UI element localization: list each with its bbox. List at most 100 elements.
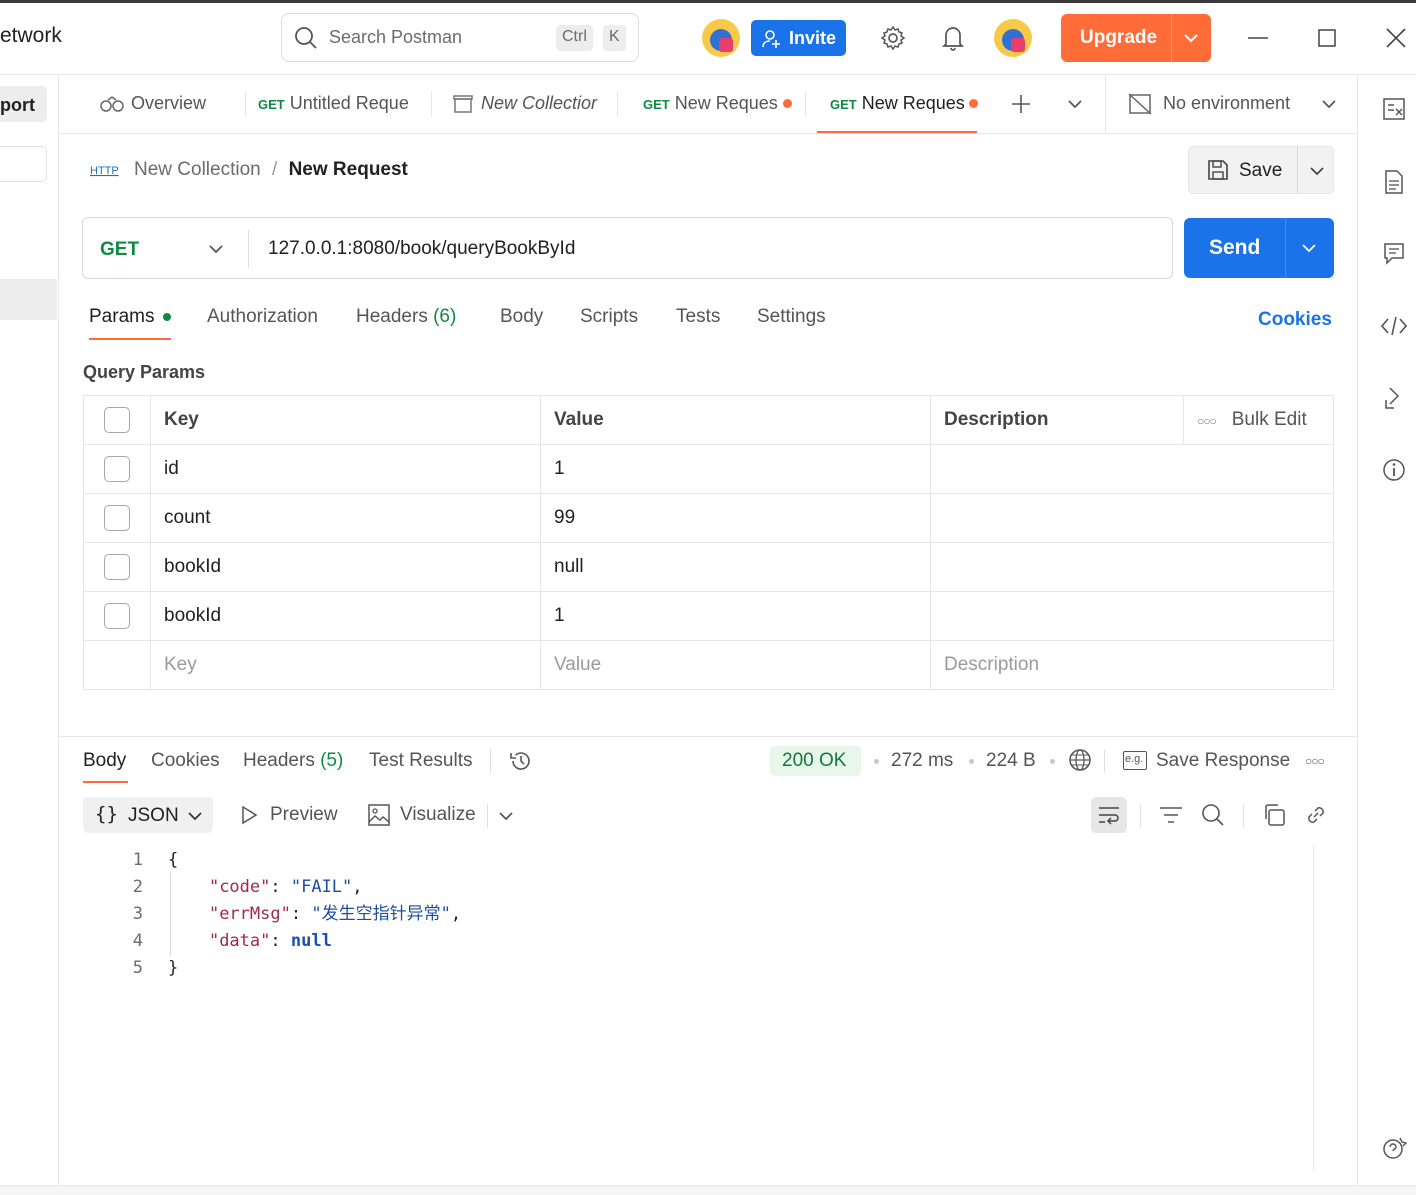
save-response-button[interactable]: Save Response — [1156, 750, 1290, 772]
tab-new-request-2[interactable]: GET New Reques — [817, 75, 978, 133]
tab-new-request-1[interactable]: GET New Reques — [643, 75, 803, 133]
upgrade-button[interactable]: Upgrade — [1061, 14, 1211, 62]
param-value[interactable]: null — [540, 542, 931, 592]
tab-untitled-request[interactable]: GET Untitled Reque — [258, 75, 418, 133]
tab-label: New Collectior — [481, 93, 598, 113]
chevron-down-icon[interactable] — [1183, 31, 1199, 45]
history-icon[interactable] — [509, 749, 533, 773]
workspace-name[interactable]: etwork — [0, 24, 62, 48]
related-collections-icon[interactable] — [1384, 386, 1404, 410]
tab-body[interactable]: Body — [500, 306, 543, 328]
more-options-icon[interactable]: ○○○ — [1305, 754, 1325, 768]
minimize-icon[interactable] — [1248, 36, 1270, 40]
new-value-input[interactable]: Value — [540, 640, 931, 690]
new-description-input[interactable]: Description — [930, 640, 1334, 690]
breadcrumb-collection[interactable]: New Collection — [134, 159, 261, 180]
save-button[interactable]: Save — [1188, 146, 1334, 194]
copy-icon[interactable] — [1262, 803, 1286, 827]
param-description[interactable] — [930, 591, 1334, 641]
param-value[interactable]: 99 — [540, 493, 931, 543]
sidebar-filter-input[interactable] — [0, 146, 47, 182]
help-icon[interactable] — [1381, 1135, 1407, 1161]
response-body-code[interactable]: { "code": "FAIL", "errMsg": "发生空指针异常", "… — [168, 847, 461, 982]
response-format-selector[interactable]: {} JSON — [83, 797, 213, 833]
word-wrap-toggle[interactable] — [1091, 797, 1127, 833]
comments-icon[interactable] — [1383, 242, 1405, 266]
tab-tests[interactable]: Tests — [676, 306, 720, 328]
api-schema-icon[interactable] — [1382, 97, 1406, 121]
settings-gear-icon[interactable] — [880, 25, 906, 51]
tab-headers[interactable]: Headers (6) — [356, 306, 456, 328]
preview-button[interactable]: Preview — [270, 804, 338, 826]
tab-scripts[interactable]: Scripts — [580, 306, 638, 328]
status-badge[interactable]: 200 OK — [770, 746, 861, 776]
search-icon[interactable] — [1201, 803, 1225, 827]
column-header-description: Description — [930, 395, 1184, 445]
maximize-icon[interactable] — [1318, 29, 1336, 47]
send-button[interactable]: Send — [1184, 218, 1334, 278]
add-tab-icon[interactable] — [1011, 94, 1031, 114]
breadcrumb-request-name[interactable]: New Request — [289, 159, 408, 180]
param-description[interactable] — [930, 493, 1334, 543]
param-description[interactable] — [930, 542, 1334, 592]
tab-label: New Reques — [674, 93, 778, 113]
tabs-overflow-chevron-icon[interactable] — [1067, 98, 1083, 110]
tab-overview[interactable]: Overview — [99, 75, 249, 133]
notifications-bell-icon[interactable] — [941, 24, 965, 52]
invite-button[interactable]: Invite — [751, 20, 846, 56]
right-sidebar — [1357, 75, 1416, 1195]
sidebar-selected-item[interactable] — [0, 279, 57, 320]
response-tab-cookies[interactable]: Cookies — [151, 750, 220, 772]
import-button[interactable]: port — [0, 86, 47, 122]
wrap-lines-icon — [1097, 805, 1121, 825]
search-input[interactable]: Search Postman Ctrl K — [281, 13, 639, 62]
link-icon[interactable] — [1304, 803, 1328, 827]
param-key[interactable]: bookId — [150, 591, 541, 641]
visualize-button[interactable]: Visualize — [400, 804, 476, 826]
response-tab-body[interactable]: Body — [83, 750, 126, 772]
tab-authorization[interactable]: Authorization — [207, 306, 318, 328]
row-checkbox[interactable] — [104, 554, 130, 580]
table-row: count 99 — [83, 493, 1334, 543]
info-icon[interactable] — [1382, 458, 1406, 482]
tab-params[interactable]: Params — [89, 306, 172, 328]
close-icon[interactable] — [1385, 27, 1407, 49]
param-key[interactable]: bookId — [150, 542, 541, 592]
documentation-icon[interactable] — [1384, 169, 1404, 195]
environment-selector[interactable]: No environment — [1128, 75, 1350, 133]
param-key[interactable]: count — [150, 493, 541, 543]
bulk-edit-button[interactable]: ○○○ Bulk Edit — [1183, 395, 1334, 445]
user-avatar[interactable] — [994, 19, 1032, 57]
method-selector[interactable]: GET — [83, 218, 248, 278]
cookies-link[interactable]: Cookies — [1258, 309, 1332, 331]
param-value[interactable]: 1 — [540, 444, 931, 494]
save-options-chevron-icon[interactable] — [1309, 165, 1325, 177]
response-time[interactable]: 272 ms — [891, 750, 953, 772]
param-value[interactable]: 1 — [540, 591, 931, 641]
new-key-input[interactable]: Key — [150, 640, 541, 690]
tab-settings[interactable]: Settings — [757, 306, 826, 328]
row-checkbox[interactable] — [104, 456, 130, 482]
row-checkbox[interactable] — [104, 603, 130, 629]
select-all-checkbox[interactable] — [104, 407, 130, 433]
send-options-chevron-icon[interactable] — [1301, 242, 1317, 254]
tab-params-label: Params — [89, 306, 155, 327]
response-tab-headers[interactable]: Headers (5) — [243, 750, 343, 772]
team-avatar[interactable] — [702, 19, 740, 57]
visualize-options-chevron-icon[interactable] — [498, 810, 514, 822]
globe-icon[interactable] — [1068, 748, 1092, 772]
tab-new-collection[interactable]: New Collectior — [453, 75, 603, 133]
tab-label: New Reques — [861, 93, 965, 113]
response-divider[interactable] — [59, 736, 1357, 737]
line-number: 5 — [132, 958, 143, 978]
code-line: } — [168, 958, 179, 978]
response-tab-test-results[interactable]: Test Results — [369, 750, 472, 772]
url-input[interactable]: 127.0.0.1:8080/book/queryBookById — [268, 238, 575, 260]
response-size[interactable]: 224 B — [986, 750, 1036, 772]
param-key[interactable]: id — [150, 444, 541, 494]
filter-icon[interactable] — [1159, 805, 1183, 825]
code-scrollbar[interactable] — [1313, 845, 1334, 1171]
code-snippet-icon[interactable] — [1381, 315, 1407, 337]
param-description[interactable] — [930, 444, 1334, 494]
row-checkbox[interactable] — [104, 505, 130, 531]
